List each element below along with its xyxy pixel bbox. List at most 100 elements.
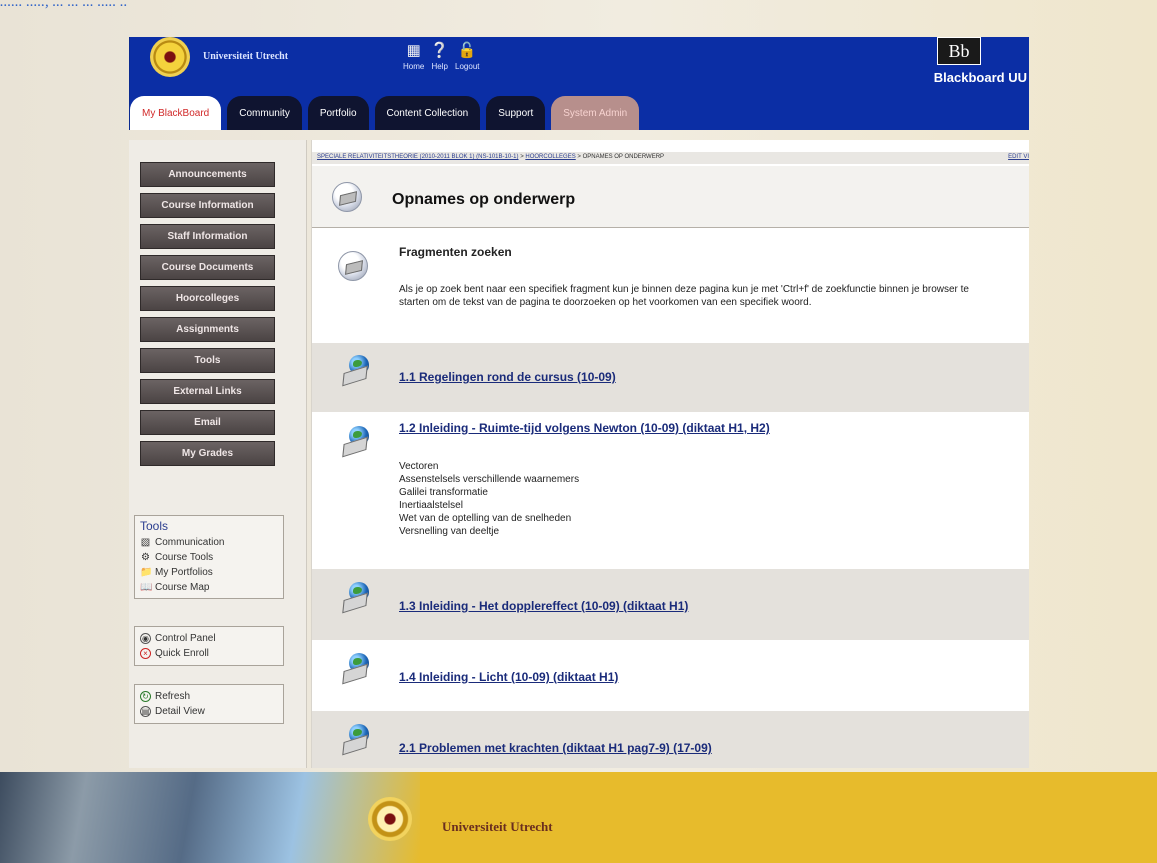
course-menu: Announcements Course Information Staff I… xyxy=(129,140,307,768)
tool-label: Communication xyxy=(155,537,225,548)
help-label: Help xyxy=(431,62,448,71)
breadcrumb-hoorcolleges[interactable]: HOORCOLLEGES xyxy=(525,154,575,160)
footer: Universiteit Utrecht xyxy=(0,772,1157,863)
globe-link-icon xyxy=(342,355,372,387)
course-map-icon: 📖 xyxy=(140,582,153,593)
home-label: Home xyxy=(403,62,425,71)
menu-external-links[interactable]: External Links xyxy=(140,379,275,404)
menu-email[interactable]: Email xyxy=(140,410,275,435)
topic-item: Versnelling van deeltje xyxy=(399,526,500,537)
main-content: SPECIALE RELATIVITEITSTHEORIE (2010-2011… xyxy=(311,140,1029,768)
globe-link-icon xyxy=(342,426,372,458)
course-tools-icon: ⚙ xyxy=(141,552,150,563)
menu-announcements[interactable]: Announcements xyxy=(140,162,275,187)
title-area: Opnames op onderwerp xyxy=(312,166,1029,228)
topic-item: Assenstelsels verschillende waarnemers xyxy=(399,474,580,485)
tab-portfolio[interactable]: Portfolio xyxy=(307,96,369,130)
intro-section: Fragmenten zoeken Als je op zoek bent na… xyxy=(312,235,1029,343)
control-box: ◉ Control Panel × Quick Enroll xyxy=(134,626,284,666)
home-link[interactable]: ▦ Home xyxy=(403,40,424,71)
blackboard-logo: Bb xyxy=(937,37,981,65)
home-icon: ▦ xyxy=(406,42,421,59)
communication-icon: ▧ xyxy=(140,537,151,548)
globe-link-icon xyxy=(342,724,372,756)
globe-link-icon xyxy=(342,653,372,685)
tools-title: Tools xyxy=(140,519,169,533)
list-item: 1.4 Inleiding - Licht (10-09) (diktaat H… xyxy=(312,640,1029,711)
menu-staff-information[interactable]: Staff Information xyxy=(140,224,275,249)
menu-assignments[interactable]: Assignments xyxy=(140,317,275,342)
item-link[interactable]: 2.1 Problemen met krachten (diktaat H1 p… xyxy=(399,741,712,755)
tool-my-portfolios[interactable]: 📁 My Portfolios xyxy=(140,565,278,580)
help-icon: ❔ xyxy=(430,42,450,59)
footer-university-name: Universiteit Utrecht xyxy=(442,819,553,834)
view-label: Refresh xyxy=(155,691,191,702)
course-menu-buttons: Announcements Course Information Staff I… xyxy=(129,162,306,466)
item-link[interactable]: 1.4 Inleiding - Licht (10-09) (diktaat H… xyxy=(399,670,618,684)
topic-item: Vectoren xyxy=(399,461,439,472)
menu-course-documents[interactable]: Course Documents xyxy=(140,255,275,280)
topic-list: Vectoren Assenstelsels verschillende waa… xyxy=(399,460,579,538)
content-icon xyxy=(338,251,368,281)
topic-item: Galilei transformatie xyxy=(399,487,488,498)
breadcrumb: SPECIALE RELATIVITEITSTHEORIE (2010-2011… xyxy=(317,154,664,160)
lock-icon: 🔓 xyxy=(457,42,477,59)
logout-label: Logout xyxy=(455,62,480,71)
item-link[interactable]: 1.2 Inleiding - Ruimte-tijd volgens Newt… xyxy=(399,421,770,435)
footer-seal-logo xyxy=(368,797,412,841)
edit-view-link[interactable]: EDIT VI xyxy=(1008,154,1029,160)
tab-my-blackboard[interactable]: My BlackBoard xyxy=(130,96,222,130)
university-seal-logo xyxy=(150,37,190,77)
footer-photo xyxy=(0,772,420,863)
tab-community[interactable]: Community xyxy=(227,96,302,130)
control-panel-link[interactable]: ◉ Control Panel xyxy=(140,631,278,646)
detail-view-icon: ▤ xyxy=(140,706,151,717)
tool-course-tools[interactable]: ⚙ Course Tools xyxy=(140,550,278,565)
quick-enroll-icon: × xyxy=(140,648,151,659)
tab-system-admin[interactable]: System Admin xyxy=(551,96,640,130)
view-box: ↻ Refresh ▤ Detail View xyxy=(134,684,284,724)
item-link[interactable]: 1.3 Inleiding - Het dopplereffect (10-09… xyxy=(399,599,688,613)
menu-tools[interactable]: Tools xyxy=(140,348,275,373)
globe-link-icon xyxy=(342,582,372,614)
top-caption: ...... ....., ... ... ... ..... .. xyxy=(0,0,128,10)
intro-text: Als je op zoek bent naar een specifiek f… xyxy=(399,284,969,308)
header: Universiteit Utrecht ▦ Home ❔ Help 🔓 Log… xyxy=(129,37,1029,130)
tool-course-map[interactable]: 📖 Course Map xyxy=(140,580,278,595)
tab-content-collection[interactable]: Content Collection xyxy=(374,96,481,130)
tab-support[interactable]: Support xyxy=(486,96,546,130)
university-name: Universiteit Utrecht xyxy=(203,51,289,62)
list-item: 1.3 Inleiding - Het dopplereffect (10-09… xyxy=(312,569,1029,640)
logout-link[interactable]: 🔓 Logout xyxy=(455,40,479,71)
item-link[interactable]: 1.1 Regelingen rond de cursus (10-09) xyxy=(399,370,616,384)
tool-label: Course Map xyxy=(155,582,210,593)
control-label: Control Panel xyxy=(155,633,216,644)
menu-hoorcolleges[interactable]: Hoorcolleges xyxy=(140,286,275,311)
refresh-icon: ↻ xyxy=(140,691,151,702)
blackboard-brand: Blackboard UU xyxy=(933,70,1027,85)
top-navigation: ▦ Home ❔ Help 🔓 Logout xyxy=(403,40,480,71)
breadcrumb-course[interactable]: SPECIALE RELATIVITEITSTHEORIE (2010-2011… xyxy=(317,154,519,160)
list-item: 2.1 Problemen met krachten (diktaat H1 p… xyxy=(312,711,1029,768)
tool-communication[interactable]: ▧ Communication xyxy=(140,535,278,550)
tool-label: My Portfolios xyxy=(155,567,213,578)
refresh-link[interactable]: ↻ Refresh xyxy=(140,689,278,704)
menu-my-grades[interactable]: My Grades xyxy=(140,441,275,466)
detail-view-link[interactable]: ▤ Detail View xyxy=(140,704,278,719)
control-panel-icon: ◉ xyxy=(140,633,151,644)
menu-course-information[interactable]: Course Information xyxy=(140,193,275,218)
help-link[interactable]: ❔ Help xyxy=(430,40,449,71)
portfolio-icon: 📁 xyxy=(140,567,153,578)
content-icon xyxy=(332,182,362,212)
tool-label: Course Tools xyxy=(155,552,214,563)
topic-item: Wet van de optelling van de snelheden xyxy=(399,513,572,524)
tab-bar: My BlackBoard Community Portfolio Conten… xyxy=(130,96,645,130)
breadcrumb-current: OPNAMES OP ONDERWERP xyxy=(582,154,665,160)
tools-box: Tools ▧ Communication ⚙ Course Tools 📁 My P… xyxy=(134,515,284,599)
topic-item: Inertiaalstelsel xyxy=(399,500,463,511)
control-label: Quick Enroll xyxy=(155,648,209,659)
view-label: Detail View xyxy=(155,706,205,717)
list-item: 1.1 Regelingen rond de cursus (10-09) xyxy=(312,343,1029,412)
list-item: 1.2 Inleiding - Ruimte-tijd volgens Newt… xyxy=(312,412,1029,569)
quick-enroll-link[interactable]: × Quick Enroll xyxy=(140,646,278,661)
